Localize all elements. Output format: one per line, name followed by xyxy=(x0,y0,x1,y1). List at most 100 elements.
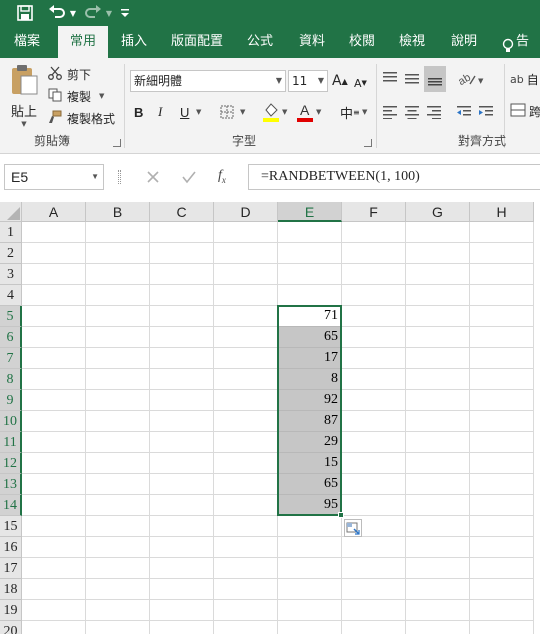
formula-input[interactable]: =RANDBETWEEN(1, 100) xyxy=(248,164,540,190)
underline-button[interactable]: U xyxy=(180,102,189,122)
cell-a18[interactable] xyxy=(22,579,86,600)
cell-f5[interactable] xyxy=(342,306,406,327)
cancel-icon[interactable] xyxy=(144,168,162,186)
cell-g1[interactable] xyxy=(406,222,470,243)
cell-e1[interactable] xyxy=(278,222,342,243)
cell-b7[interactable] xyxy=(86,348,150,369)
cell-h16[interactable] xyxy=(470,537,534,558)
paste-button[interactable]: 貼上 ▼ xyxy=(6,64,42,130)
column-header-e[interactable]: E xyxy=(278,202,342,222)
undo-dropdown-icon[interactable]: ▼ xyxy=(68,3,78,23)
cell-d11[interactable] xyxy=(214,432,278,453)
cell-a20[interactable] xyxy=(22,621,86,634)
column-header-c[interactable]: C xyxy=(150,202,214,222)
cell-g8[interactable] xyxy=(406,369,470,390)
row-header-5[interactable]: 5 xyxy=(0,306,22,327)
cell-g20[interactable] xyxy=(406,621,470,634)
row-header-14[interactable]: 14 xyxy=(0,495,22,516)
cell-f20[interactable] xyxy=(342,621,406,634)
italic-button[interactable]: I xyxy=(158,102,162,122)
cell-c7[interactable] xyxy=(150,348,214,369)
cell-b11[interactable] xyxy=(86,432,150,453)
font-name-dropdown-icon[interactable]: ▼ xyxy=(276,71,282,91)
cell-g11[interactable] xyxy=(406,432,470,453)
cell-b20[interactable] xyxy=(86,621,150,634)
cell-c5[interactable] xyxy=(150,306,214,327)
row-header-12[interactable]: 12 xyxy=(0,453,22,474)
cell-h8[interactable] xyxy=(470,369,534,390)
cell-b3[interactable] xyxy=(86,264,150,285)
cell-g17[interactable] xyxy=(406,558,470,579)
cell-a4[interactable] xyxy=(22,285,86,306)
cell-d17[interactable] xyxy=(214,558,278,579)
format-painter-button[interactable]: 複製格式 xyxy=(48,109,115,127)
row-header-19[interactable]: 19 xyxy=(0,600,22,621)
cell-e20[interactable] xyxy=(278,621,342,634)
cell-g3[interactable] xyxy=(406,264,470,285)
name-box[interactable]: E5 ▼ xyxy=(4,164,104,190)
shrink-font-icon[interactable]: A ▼ xyxy=(354,74,367,92)
row-header-15[interactable]: 15 xyxy=(0,516,22,537)
cell-e19[interactable] xyxy=(278,600,342,621)
fill-color-dropdown-icon[interactable]: ▼ xyxy=(282,104,287,120)
cell-e15[interactable] xyxy=(278,516,342,537)
cell-b8[interactable] xyxy=(86,369,150,390)
cell-b5[interactable] xyxy=(86,306,150,327)
cell-e2[interactable] xyxy=(278,243,342,264)
tab-tell-me[interactable]: 告訴 xyxy=(498,26,540,81)
align-right-icon[interactable] xyxy=(426,102,446,122)
orientation-icon[interactable]: ab xyxy=(458,70,476,88)
phonetic-dropdown-icon[interactable]: ▼ xyxy=(362,104,367,120)
cell-d9[interactable] xyxy=(214,390,278,411)
grow-font-icon[interactable]: A ▲ xyxy=(332,72,348,90)
column-header-d[interactable]: D xyxy=(214,202,278,222)
quick-analysis-icon[interactable] xyxy=(344,519,362,537)
align-top-icon[interactable] xyxy=(382,68,402,88)
cell-h5[interactable] xyxy=(470,306,534,327)
cell-c9[interactable] xyxy=(150,390,214,411)
cell-c11[interactable] xyxy=(150,432,214,453)
merge-center-button[interactable]: 跨 xyxy=(510,102,540,120)
cell-h9[interactable] xyxy=(470,390,534,411)
cell-c2[interactable] xyxy=(150,243,214,264)
row-header-11[interactable]: 11 xyxy=(0,432,22,453)
cell-d8[interactable] xyxy=(214,369,278,390)
cell-a6[interactable] xyxy=(22,327,86,348)
row-header-3[interactable]: 3 xyxy=(0,264,22,285)
cell-h6[interactable] xyxy=(470,327,534,348)
cell-a8[interactable] xyxy=(22,369,86,390)
cell-h14[interactable] xyxy=(470,495,534,516)
column-header-a[interactable]: A xyxy=(22,202,86,222)
cell-b2[interactable] xyxy=(86,243,150,264)
cell-b14[interactable] xyxy=(86,495,150,516)
align-bottom-icon[interactable] xyxy=(424,66,446,92)
cell-a19[interactable] xyxy=(22,600,86,621)
cell-f10[interactable] xyxy=(342,411,406,432)
cell-h13[interactable] xyxy=(470,474,534,495)
name-box-dropdown-icon[interactable]: ▼ xyxy=(91,165,99,189)
tab-page-layout[interactable]: 版面配置 xyxy=(164,26,230,58)
cell-b12[interactable] xyxy=(86,453,150,474)
row-header-1[interactable]: 1 xyxy=(0,222,22,243)
cell-c12[interactable] xyxy=(150,453,214,474)
cell-d10[interactable] xyxy=(214,411,278,432)
cell-c16[interactable] xyxy=(150,537,214,558)
cell-h11[interactable] xyxy=(470,432,534,453)
cell-a14[interactable] xyxy=(22,495,86,516)
cell-c8[interactable] xyxy=(150,369,214,390)
cell-f13[interactable] xyxy=(342,474,406,495)
font-size-dropdown-icon[interactable]: ▼ xyxy=(318,71,324,91)
undo-icon[interactable] xyxy=(46,3,68,23)
cell-d2[interactable] xyxy=(214,243,278,264)
cell-a12[interactable] xyxy=(22,453,86,474)
cell-d6[interactable] xyxy=(214,327,278,348)
cell-h19[interactable] xyxy=(470,600,534,621)
decrease-indent-icon[interactable] xyxy=(456,102,476,122)
row-header-7[interactable]: 7 xyxy=(0,348,22,369)
cell-g7[interactable] xyxy=(406,348,470,369)
insert-function-icon[interactable]: fx xyxy=(218,168,238,186)
borders-icon[interactable] xyxy=(220,103,234,121)
column-header-h[interactable]: H xyxy=(470,202,534,222)
cell-e17[interactable] xyxy=(278,558,342,579)
cell-a9[interactable] xyxy=(22,390,86,411)
